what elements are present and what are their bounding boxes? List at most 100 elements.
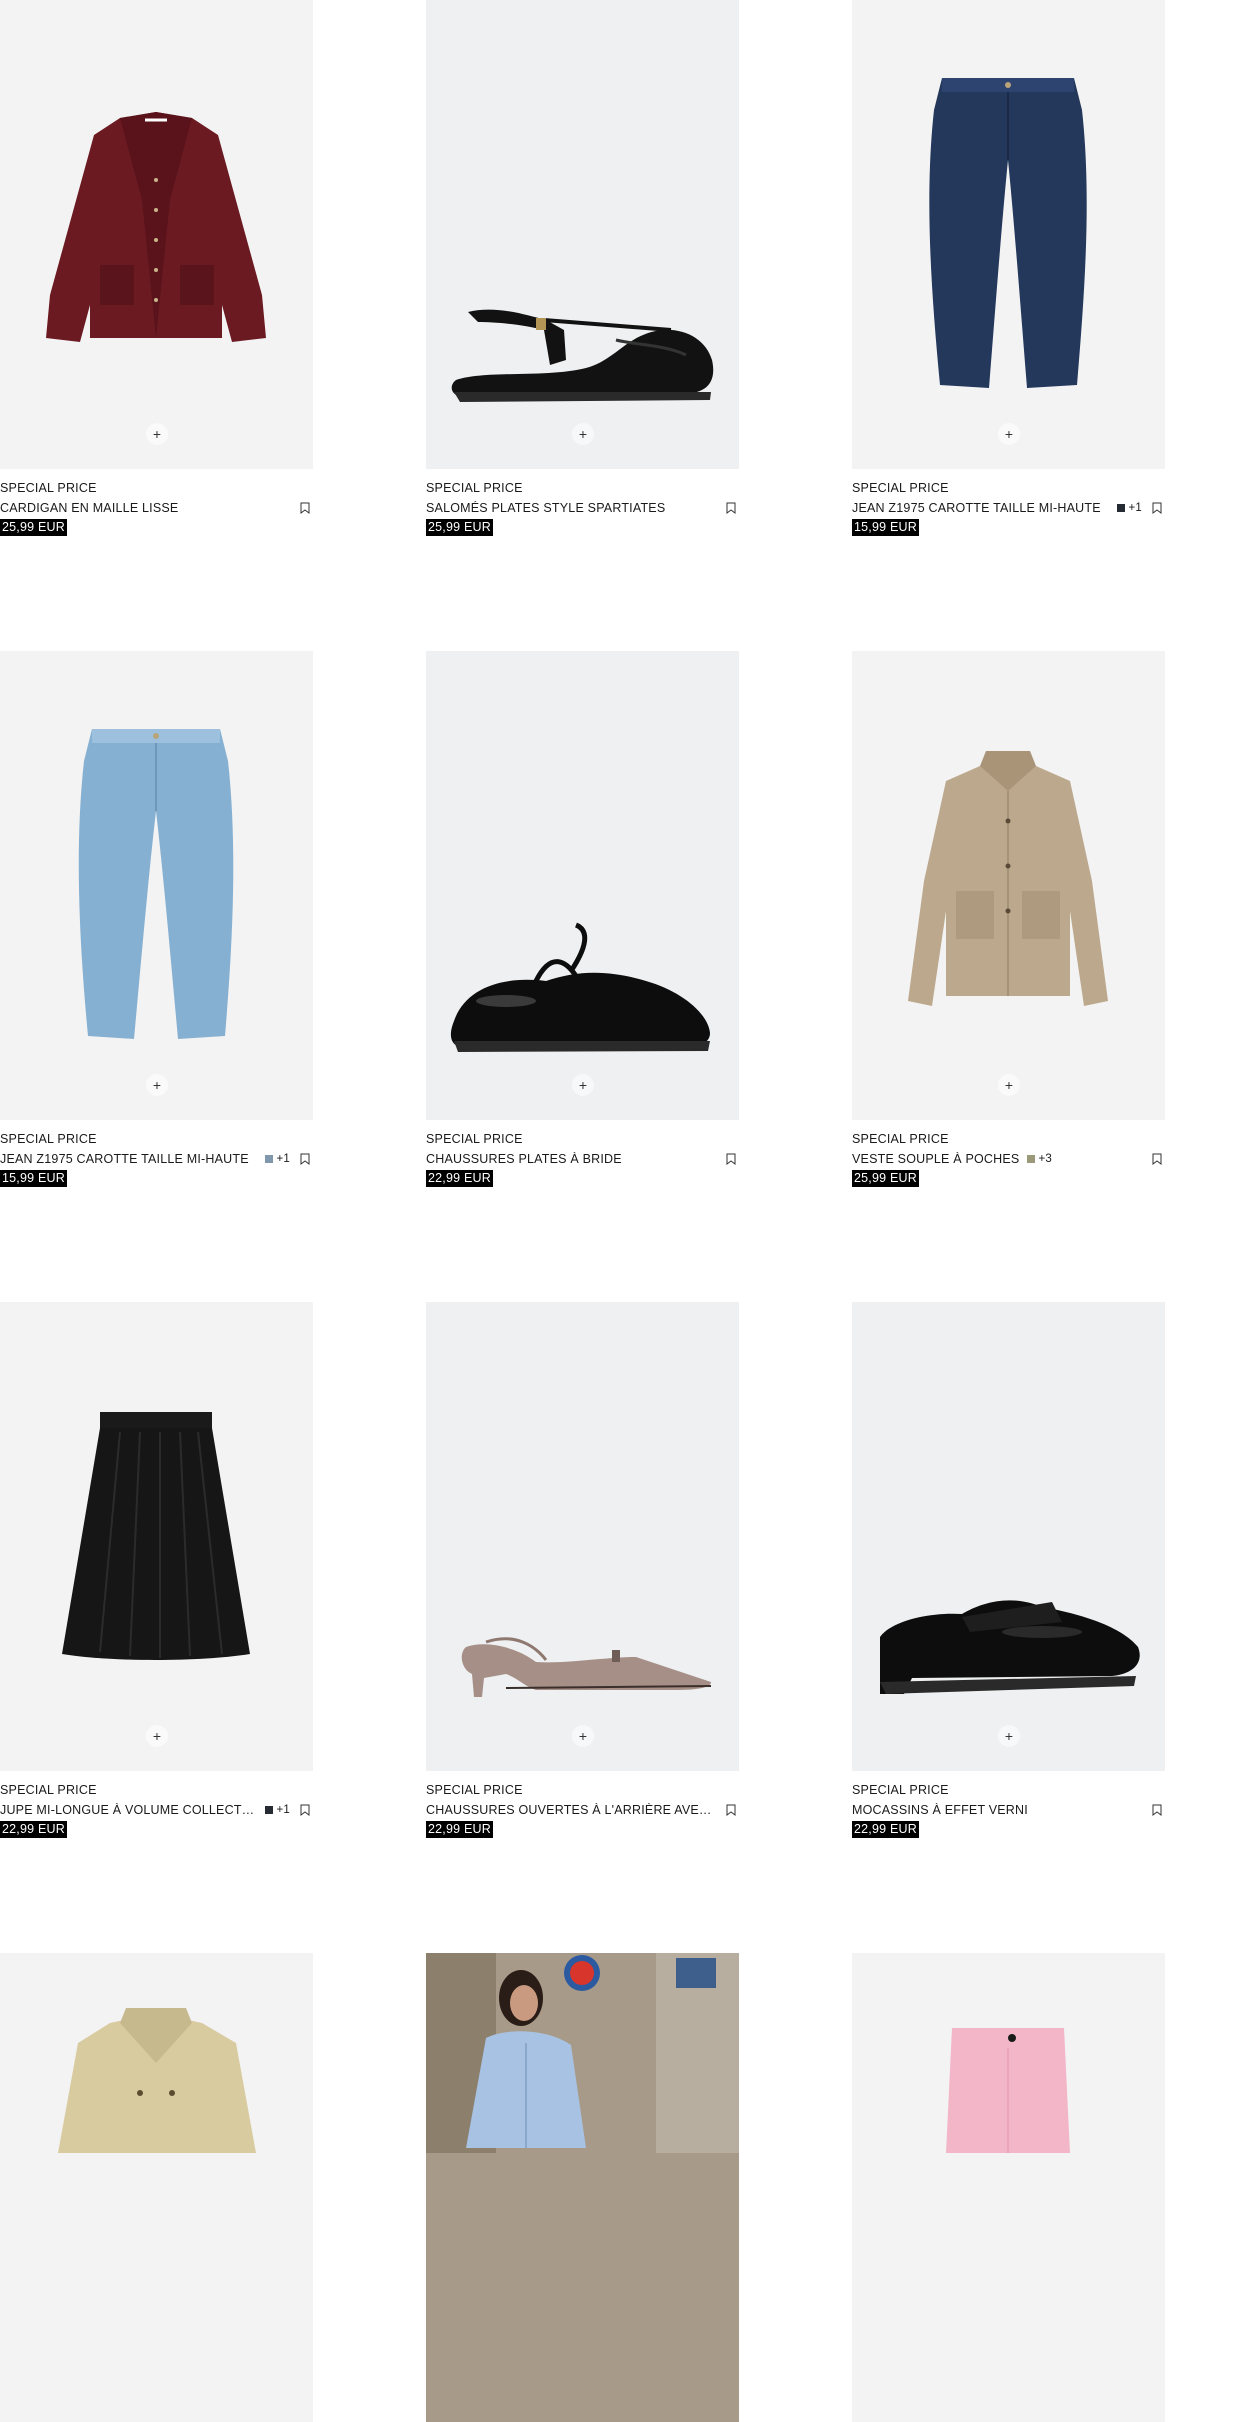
product-name[interactable]: SALOMÉS PLATES STYLE SPARTIATES bbox=[426, 501, 716, 515]
product-price: 15,99 EUR bbox=[0, 1170, 67, 1187]
bookmark-icon[interactable] bbox=[726, 1804, 736, 1816]
product-name[interactable]: JUPE MI-LONGUE À VOLUME COLLECTION bbox=[0, 1803, 257, 1817]
product-card[interactable]: + SPECIAL PRICE CARDIGAN EN MAILLE LISSE… bbox=[0, 0, 313, 539]
product-name[interactable]: CARDIGAN EN MAILLE LISSE bbox=[0, 501, 290, 515]
product-image[interactable]: + bbox=[426, 0, 739, 469]
add-to-cart-button[interactable]: + bbox=[998, 1074, 1020, 1096]
add-to-cart-button[interactable]: + bbox=[998, 1725, 1020, 1747]
product-image[interactable] bbox=[426, 1953, 739, 2422]
product-card[interactable]: + SPECIAL PRICE JUPE MI-LONGUE À VOLUME … bbox=[0, 1302, 313, 1841]
product-image[interactable]: + bbox=[0, 1302, 313, 1771]
product-info: SPECIAL PRICE JUPE MI-LONGUE À VOLUME CO… bbox=[0, 1771, 313, 1841]
product-image[interactable]: + bbox=[852, 0, 1165, 469]
product-image[interactable]: + bbox=[0, 0, 313, 469]
beige-trench-icon bbox=[58, 2008, 256, 2153]
product-name[interactable]: MOCASSINS À EFFET VERNI bbox=[852, 1803, 1142, 1817]
name-row: JEAN Z1975 CAROTTE TAILLE MI-HAUTE +1 bbox=[852, 500, 1165, 516]
add-to-cart-button[interactable]: + bbox=[998, 423, 1020, 445]
name-row: JUPE MI-LONGUE À VOLUME COLLECTION +1 bbox=[0, 1802, 313, 1818]
pink-trousers-icon bbox=[946, 2028, 1070, 2153]
product-price: 25,99 EUR bbox=[852, 1170, 919, 1187]
add-to-cart-button[interactable]: + bbox=[572, 1725, 594, 1747]
product-card[interactable] bbox=[426, 1953, 739, 2422]
add-to-cart-button[interactable]: + bbox=[146, 1725, 168, 1747]
product-price: 22,99 EUR bbox=[426, 1170, 493, 1187]
special-price-tag: SPECIAL PRICE bbox=[0, 481, 97, 495]
bookmark-icon[interactable] bbox=[300, 502, 310, 514]
name-row: CHAUSSURES PLATES À BRIDE bbox=[426, 1151, 739, 1167]
bookmark-icon[interactable] bbox=[726, 502, 736, 514]
black-skirt-icon bbox=[62, 1412, 250, 1660]
name-row: CARDIGAN EN MAILLE LISSE bbox=[0, 500, 313, 516]
color-swatch-group[interactable]: +1 bbox=[265, 1153, 290, 1165]
product-info: SPECIAL PRICE JEAN Z1975 CAROTTE TAILLE … bbox=[852, 469, 1165, 539]
special-price-tag: SPECIAL PRICE bbox=[426, 481, 523, 495]
product-image[interactable] bbox=[852, 1953, 1165, 2422]
product-info: SPECIAL PRICE MOCASSINS À EFFET VERNI 22… bbox=[852, 1771, 1165, 1841]
product-card[interactable]: + SPECIAL PRICE SALOMÉS PLATES STYLE SPA… bbox=[426, 0, 739, 539]
color-swatch bbox=[1027, 1155, 1036, 1163]
product-price: 22,99 EUR bbox=[426, 1821, 493, 1838]
add-to-cart-button[interactable]: + bbox=[146, 423, 168, 445]
product-image[interactable]: + bbox=[852, 1302, 1165, 1771]
add-to-cart-button[interactable]: + bbox=[146, 1074, 168, 1096]
bookmark-icon[interactable] bbox=[1152, 502, 1162, 514]
extra-colors-count: +1 bbox=[276, 1153, 290, 1165]
product-price: 25,99 EUR bbox=[426, 519, 493, 536]
product-card[interactable]: + SPECIAL PRICE JEAN Z1975 CAROTTE TAILL… bbox=[0, 651, 313, 1190]
bookmark-icon[interactable] bbox=[300, 1153, 310, 1165]
product-image[interactable] bbox=[0, 1953, 313, 2422]
product-info: SPECIAL PRICE VESTE SOUPLE À POCHES +3 2… bbox=[852, 1120, 1165, 1190]
product-price: 15,99 EUR bbox=[852, 519, 919, 536]
product-info: SPECIAL PRICE CARDIGAN EN MAILLE LISSE 2… bbox=[0, 469, 313, 539]
bookmark-icon[interactable] bbox=[726, 1153, 736, 1165]
model-blue-shirt-icon bbox=[426, 1953, 739, 2153]
slingback-heel-icon bbox=[461, 1637, 712, 1697]
product-name[interactable]: CHAUSSURES PLATES À BRIDE bbox=[426, 1152, 716, 1166]
bookmark-icon[interactable] bbox=[1152, 1804, 1162, 1816]
extra-colors-count: +3 bbox=[1038, 1153, 1052, 1165]
special-price-tag: SPECIAL PRICE bbox=[426, 1783, 523, 1797]
product-info: SPECIAL PRICE JEAN Z1975 CAROTTE TAILLE … bbox=[0, 1120, 313, 1190]
special-price-tag: SPECIAL PRICE bbox=[852, 1783, 949, 1797]
product-card[interactable]: + SPECIAL PRICE CHAUSSURES PLATES À BRID… bbox=[426, 651, 739, 1190]
product-name[interactable]: VESTE SOUPLE À POCHES bbox=[852, 1152, 1019, 1166]
light-jeans-icon bbox=[78, 729, 234, 1039]
name-row: JEAN Z1975 CAROTTE TAILLE MI-HAUTE +1 bbox=[0, 1151, 313, 1167]
product-name[interactable]: CHAUSSURES OUVERTES À L'ARRIÈRE AVEC TAL… bbox=[426, 1803, 716, 1817]
bookmark-icon[interactable] bbox=[1152, 1153, 1162, 1165]
burgundy-cardigan-icon bbox=[46, 112, 266, 342]
product-card[interactable]: + SPECIAL PRICE MOCASSINS À EFFET VERNI … bbox=[852, 1302, 1165, 1841]
color-swatch bbox=[1117, 504, 1126, 512]
special-price-tag: SPECIAL PRICE bbox=[852, 1132, 949, 1146]
product-image[interactable]: + bbox=[426, 651, 739, 1120]
product-image[interactable]: + bbox=[0, 651, 313, 1120]
product-image[interactable]: + bbox=[426, 1302, 739, 1771]
product-card[interactable]: + SPECIAL PRICE JEAN Z1975 CAROTTE TAILL… bbox=[852, 0, 1165, 539]
color-swatch-group[interactable]: +1 bbox=[1117, 502, 1142, 514]
product-card[interactable] bbox=[852, 1953, 1165, 2422]
black-sandal-icon bbox=[451, 309, 714, 402]
add-to-cart-button[interactable]: + bbox=[572, 1074, 594, 1096]
product-card[interactable]: + SPECIAL PRICE VESTE SOUPLE À POCHES +3… bbox=[852, 651, 1165, 1190]
special-price-tag: SPECIAL PRICE bbox=[852, 481, 949, 495]
name-row: VESTE SOUPLE À POCHES +3 bbox=[852, 1151, 1165, 1167]
color-swatch-group[interactable]: +1 bbox=[265, 1804, 290, 1816]
add-to-cart-button[interactable]: + bbox=[572, 423, 594, 445]
product-info: SPECIAL PRICE CHAUSSURES OUVERTES À L'AR… bbox=[426, 1771, 739, 1841]
name-row: CHAUSSURES OUVERTES À L'ARRIÈRE AVEC TAL… bbox=[426, 1802, 739, 1818]
color-swatch bbox=[265, 1806, 274, 1814]
product-price: 22,99 EUR bbox=[852, 1821, 919, 1838]
black-loafer-icon bbox=[880, 1600, 1140, 1694]
product-card[interactable]: + SPECIAL PRICE CHAUSSURES OUVERTES À L'… bbox=[426, 1302, 739, 1841]
product-name[interactable]: JEAN Z1975 CAROTTE TAILLE MI-HAUTE bbox=[0, 1152, 257, 1166]
name-row: MOCASSINS À EFFET VERNI bbox=[852, 1802, 1165, 1818]
name-row: SALOMÉS PLATES STYLE SPARTIATES bbox=[426, 500, 739, 516]
color-swatch bbox=[265, 1155, 274, 1163]
color-swatch-group[interactable]: +3 bbox=[1027, 1153, 1142, 1165]
bookmark-icon[interactable] bbox=[300, 1804, 310, 1816]
product-image[interactable]: + bbox=[852, 651, 1165, 1120]
product-name[interactable]: JEAN Z1975 CAROTTE TAILLE MI-HAUTE bbox=[852, 501, 1109, 515]
product-card[interactable] bbox=[0, 1953, 313, 2422]
product-info: SPECIAL PRICE CHAUSSURES PLATES À BRIDE … bbox=[426, 1120, 739, 1190]
